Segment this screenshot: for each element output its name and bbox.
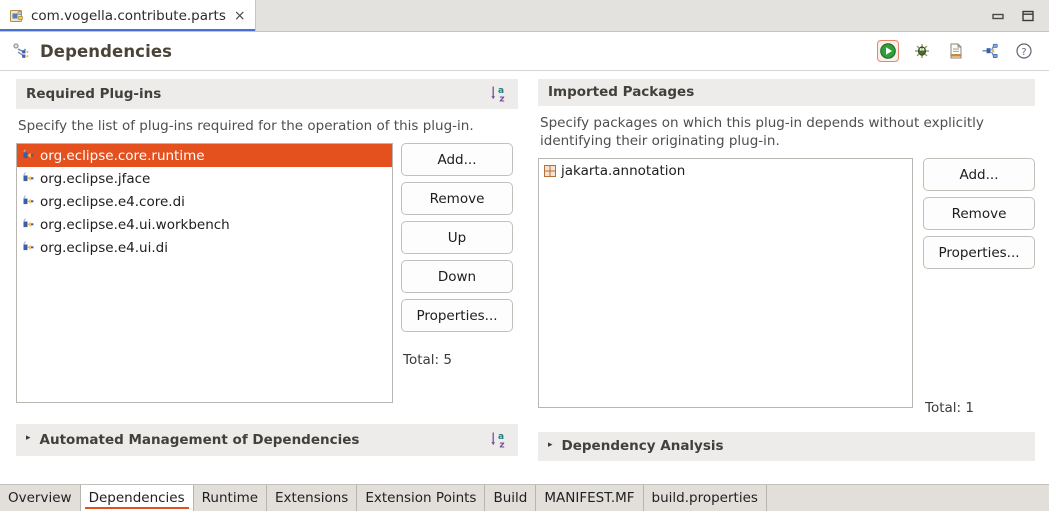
- sort-az-icon[interactable]: a z: [490, 430, 508, 449]
- maximize-button[interactable]: [1021, 9, 1035, 23]
- imported-packages-list-row: jakarta.annotation Add... Remove Propert…: [538, 158, 1035, 416]
- required-plugins-header: Required Plug-ins a z: [16, 79, 518, 109]
- add-button[interactable]: Add...: [401, 143, 513, 176]
- form-toolbar: ?: [877, 40, 1035, 62]
- properties-button[interactable]: Properties...: [401, 299, 513, 332]
- tab-extensions[interactable]: Extensions: [267, 485, 358, 511]
- remove-button[interactable]: Remove: [923, 197, 1035, 230]
- plugin-icon: [21, 240, 36, 255]
- list-item-label: org.eclipse.e4.ui.workbench: [40, 216, 230, 233]
- plugin-icon: [21, 148, 36, 163]
- plugin-icon: [21, 217, 36, 232]
- chevron-right-icon: ▸: [26, 433, 31, 443]
- list-item[interactable]: jakarta.annotation: [539, 159, 912, 182]
- close-icon[interactable]: ×: [234, 9, 246, 23]
- page-tabs-filler: [766, 485, 1049, 511]
- tab-overview[interactable]: Overview: [0, 485, 81, 511]
- section-title: Required Plug-ins: [26, 85, 162, 102]
- required-plugins-buttons: Add... Remove Up Down Properties... Tota…: [401, 143, 513, 368]
- page-tabs: Overview Dependencies Runtime Extensions…: [0, 484, 1049, 511]
- remove-button[interactable]: Remove: [401, 182, 513, 215]
- list-item-label: org.eclipse.core.runtime: [40, 147, 205, 164]
- list-item[interactable]: org.eclipse.jface: [17, 167, 392, 190]
- sort-az-icon[interactable]: a z: [490, 84, 508, 103]
- plugin-icon: [21, 171, 36, 186]
- imported-packages-section: Imported Packages Specify packages on wh…: [530, 79, 1049, 511]
- tab-label: Extension Points: [365, 490, 477, 506]
- imported-packages-buttons: Add... Remove Properties... Total: 1: [923, 158, 1035, 416]
- list-item-label: org.eclipse.jface: [40, 170, 151, 187]
- svg-text:z: z: [499, 94, 504, 103]
- form-body: Required Plug-ins a z Specify the list o…: [0, 71, 1049, 511]
- svg-text:z: z: [499, 440, 504, 449]
- required-plugins-list-row: org.eclipse.core.runtime org.eclipse.jfa…: [16, 143, 518, 403]
- automated-management-title: Automated Management of Dependencies: [39, 431, 360, 448]
- plugin-icon: [21, 194, 36, 209]
- tab-label: build.properties: [651, 490, 758, 506]
- export-plugin-icon[interactable]: [979, 40, 1001, 62]
- help-question-icon[interactable]: ?: [1013, 40, 1035, 62]
- imported-packages-total: Total: 1: [925, 400, 974, 416]
- list-item-label: org.eclipse.e4.ui.di: [40, 239, 168, 256]
- debug-bug-icon[interactable]: [911, 40, 933, 62]
- editor-tab-plugin-manifest[interactable]: com.vogella.contribute.parts ×: [0, 0, 256, 31]
- section-title: Imported Packages: [548, 84, 695, 100]
- list-item-label: org.eclipse.e4.core.di: [40, 193, 185, 210]
- plugin-manifest-icon: [9, 8, 25, 24]
- list-item[interactable]: org.eclipse.core.runtime: [17, 144, 392, 167]
- page-title: Dependencies: [40, 41, 173, 61]
- tab-manifest-mf[interactable]: MANIFEST.MF: [536, 485, 644, 511]
- run-green-play-icon[interactable]: [877, 40, 899, 62]
- tab-extension-points[interactable]: Extension Points: [357, 485, 486, 511]
- down-button[interactable]: Down: [401, 260, 513, 293]
- imported-packages-header: Imported Packages: [538, 79, 1035, 106]
- form-header: Dependencies ?: [0, 32, 1049, 71]
- required-plugins-total: Total: 5: [403, 352, 452, 368]
- tab-build[interactable]: Build: [485, 485, 537, 511]
- editor-tab-label: com.vogella.contribute.parts: [31, 7, 226, 24]
- document-icon[interactable]: [945, 40, 967, 62]
- package-icon: [543, 164, 557, 178]
- required-plugins-section: Required Plug-ins a z Specify the list o…: [0, 79, 530, 511]
- editor-tabbar: com.vogella.contribute.parts ×: [0, 0, 1049, 32]
- window-controls: [991, 0, 1049, 31]
- dependencies-icon: [12, 42, 31, 61]
- tab-label: Dependencies: [88, 490, 185, 506]
- imported-packages-description: Specify packages on which this plug-in d…: [540, 115, 984, 149]
- svg-text:?: ?: [1021, 47, 1026, 58]
- automated-management-section[interactable]: ▸ Automated Management of Dependencies a…: [16, 424, 518, 456]
- chevron-right-icon: ▸: [548, 439, 553, 450]
- tab-label: MANIFEST.MF: [544, 490, 635, 506]
- required-plugins-description: Specify the list of plug-ins required fo…: [18, 118, 474, 134]
- tab-runtime[interactable]: Runtime: [193, 485, 268, 511]
- list-item-label: jakarta.annotation: [561, 162, 686, 179]
- add-button[interactable]: Add...: [923, 158, 1035, 191]
- dependency-analysis-title: Dependency Analysis: [561, 438, 724, 454]
- imported-packages-listbox[interactable]: jakarta.annotation: [538, 158, 913, 408]
- up-button[interactable]: Up: [401, 221, 513, 254]
- minimize-button[interactable]: [991, 9, 1005, 23]
- dependency-analysis-section[interactable]: ▸ Dependency Analysis: [538, 432, 1035, 461]
- tab-dependencies[interactable]: Dependencies: [80, 485, 194, 511]
- properties-button[interactable]: Properties...: [923, 236, 1035, 269]
- list-item[interactable]: org.eclipse.e4.ui.workbench: [17, 213, 392, 236]
- tab-label: Overview: [8, 490, 72, 506]
- list-item[interactable]: org.eclipse.e4.ui.di: [17, 236, 392, 259]
- tab-label: Runtime: [201, 490, 259, 506]
- list-item[interactable]: org.eclipse.e4.core.di: [17, 190, 392, 213]
- tab-label: Extensions: [275, 490, 349, 506]
- tab-label: Build: [493, 490, 528, 506]
- required-plugins-listbox[interactable]: org.eclipse.core.runtime org.eclipse.jfa…: [16, 143, 393, 403]
- tab-build-properties[interactable]: build.properties: [643, 485, 767, 511]
